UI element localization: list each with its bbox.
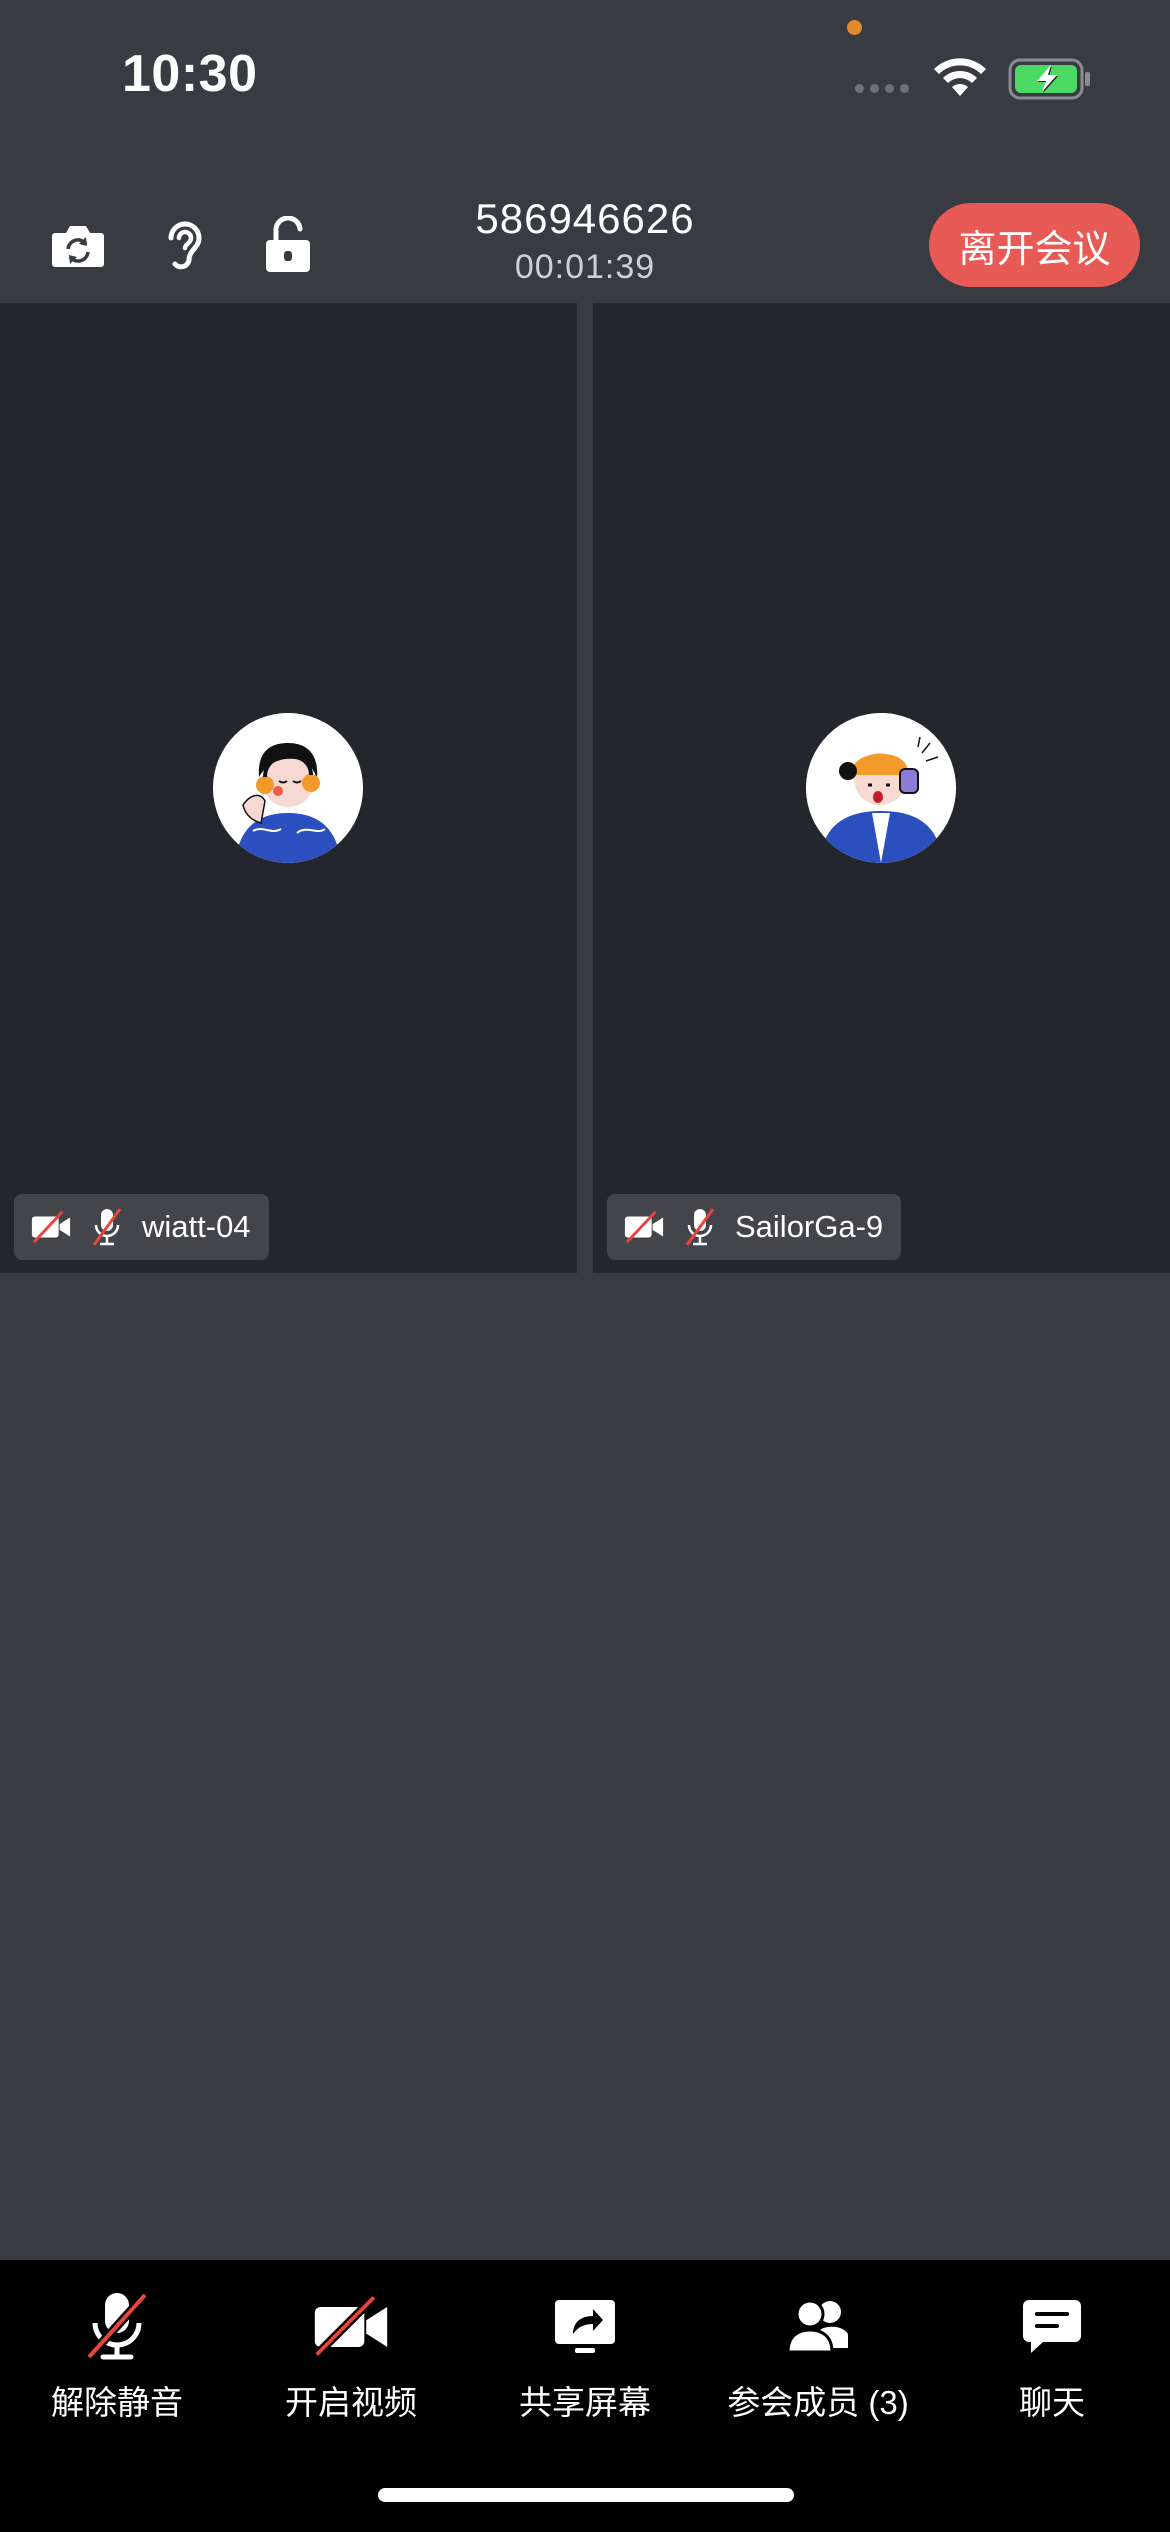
participants-label: 参会成员 (3) xyxy=(727,2384,909,2421)
chat-button[interactable]: 聊天 xyxy=(937,2286,1167,2424)
share-screen-icon xyxy=(545,2286,625,2366)
video-off-icon xyxy=(30,1206,72,1248)
mic-muted-icon xyxy=(86,1206,128,1248)
wifi-icon xyxy=(934,58,986,96)
participant-tile[interactable]: SailorGa-9 xyxy=(593,303,1170,1273)
chat-icon xyxy=(1012,2286,1092,2366)
unmute-button[interactable]: 解除静音 xyxy=(2,2286,232,2424)
meeting-header: 586946626 00:01:39 离开会议 xyxy=(0,185,1170,303)
chat-label: 聊天 xyxy=(1019,2384,1085,2421)
participant-tile[interactable]: wiatt-04 xyxy=(0,303,577,1273)
share-screen-button[interactable]: 共享屏幕 xyxy=(470,2286,700,2424)
avatar xyxy=(213,713,363,863)
video-off-icon xyxy=(623,1206,665,1248)
status-bar: 10:30 xyxy=(0,0,1170,150)
mic-muted-icon xyxy=(679,1206,721,1248)
battery-charging-icon xyxy=(1008,58,1090,100)
avatar xyxy=(806,713,956,863)
leave-meeting-button[interactable]: 离开会议 xyxy=(929,203,1140,287)
home-indicator[interactable] xyxy=(378,2488,794,2502)
video-off-icon xyxy=(311,2286,391,2366)
participant-name: wiatt-04 xyxy=(142,1209,251,1244)
unmute-label: 解除静音 xyxy=(51,2384,183,2421)
participant-name-tag: SailorGa-9 xyxy=(607,1194,902,1260)
share-screen-label: 共享屏幕 xyxy=(519,2384,651,2421)
privacy-indicator-dot xyxy=(847,20,862,35)
mic-muted-icon xyxy=(77,2286,157,2366)
users-icon xyxy=(778,2286,858,2366)
status-time: 10:30 xyxy=(122,45,258,103)
cellular-signal-icon xyxy=(855,84,909,93)
participants-button[interactable]: 参会成员 (3) xyxy=(703,2286,933,2424)
participant-name-tag: wiatt-04 xyxy=(14,1194,269,1260)
participant-name: SailorGa-9 xyxy=(735,1209,884,1244)
start-video-label: 开启视频 xyxy=(285,2384,417,2421)
start-video-button[interactable]: 开启视频 xyxy=(236,2286,466,2424)
